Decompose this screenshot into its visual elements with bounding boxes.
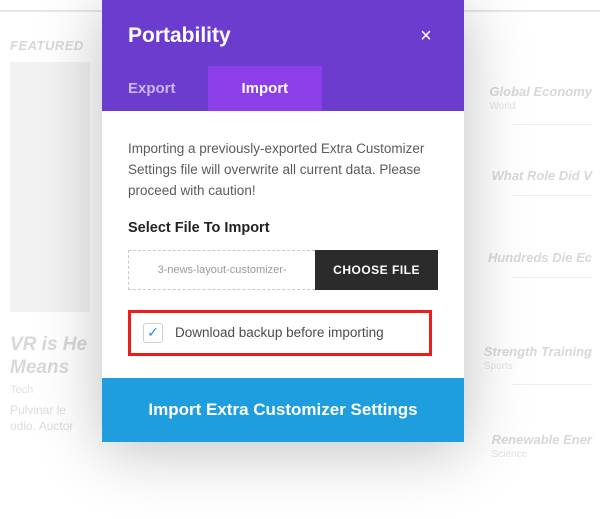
side-article: Global Economy World	[489, 84, 592, 125]
article-meta: Tech	[10, 384, 87, 396]
choose-file-button[interactable]: CHOOSE FILE	[315, 250, 438, 290]
backup-option-highlight: ✓ Download backup before importing	[128, 310, 432, 356]
close-icon: ×	[420, 25, 432, 48]
file-picker: 3-news-layout-customizer- CHOOSE FILE	[128, 250, 438, 290]
close-button[interactable]: ×	[414, 24, 438, 48]
import-description: Importing a previously-exported Extra Cu…	[128, 139, 438, 202]
side-article: What Role Did V	[492, 168, 592, 196]
article-title: VR is HeMeans	[10, 334, 87, 380]
featured-article: VR is HeMeans Tech Pulvinar leodio. Auct…	[10, 334, 87, 435]
backup-checkbox[interactable]: ✓	[143, 323, 163, 343]
article-body: Pulvinar leodio. Auctor	[10, 402, 87, 436]
side-article: Strength Training Sports	[484, 344, 592, 385]
modal-tabs: Export Import	[128, 66, 438, 111]
side-cat: World	[489, 101, 592, 112]
check-icon: ✓	[147, 324, 159, 341]
select-file-label: Select File To Import	[128, 220, 438, 236]
divider	[512, 384, 592, 385]
modal-title: Portability	[128, 24, 231, 48]
side-cat: Science	[492, 449, 592, 460]
side-title: Strength Training	[484, 344, 592, 359]
side-article: Renewable Ener Science	[492, 432, 592, 460]
side-title: Renewable Ener	[492, 432, 592, 447]
side-title: What Role Did V	[492, 168, 592, 183]
modal-header: Portability × Export Import	[102, 0, 464, 111]
divider	[512, 124, 592, 125]
file-name-display: 3-news-layout-customizer-	[128, 250, 315, 290]
divider	[512, 277, 592, 278]
tab-import[interactable]: Import	[208, 66, 323, 111]
portability-modal: Portability × Export Import Importing a …	[102, 0, 464, 442]
modal-body: Importing a previously-exported Extra Cu…	[102, 111, 464, 378]
divider	[512, 195, 592, 196]
tab-export[interactable]: Export	[128, 66, 204, 111]
featured-image	[10, 62, 90, 312]
side-title: Global Economy	[489, 84, 592, 99]
side-title: Hundreds Die Ec	[488, 250, 592, 265]
backup-checkbox-label[interactable]: Download backup before importing	[175, 325, 384, 340]
side-article: Hundreds Die Ec	[488, 250, 592, 278]
import-button[interactable]: Import Extra Customizer Settings	[102, 378, 464, 442]
side-cat: Sports	[484, 361, 592, 372]
featured-label: FEATURED	[10, 38, 84, 53]
